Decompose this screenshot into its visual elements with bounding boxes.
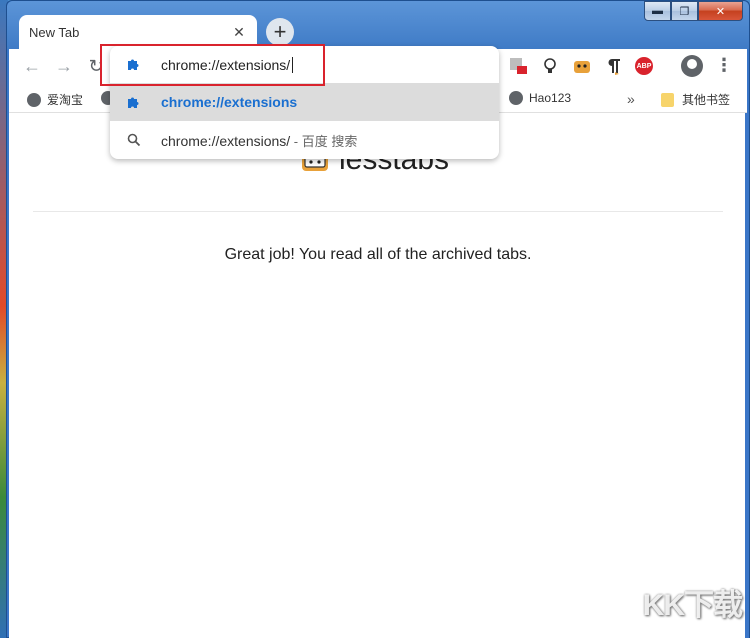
adblock-plus-icon[interactable]: ABP bbox=[635, 57, 653, 75]
status-message: Great job! You read all of the archived … bbox=[224, 246, 532, 263]
globe-icon bbox=[509, 91, 523, 105]
puzzle-icon bbox=[128, 59, 139, 70]
menu-icon[interactable]: ⋮ bbox=[715, 55, 733, 76]
forward-icon[interactable]: → bbox=[53, 56, 75, 77]
close-tab-icon[interactable]: ✕ bbox=[231, 24, 247, 41]
extension-puzzle-badge-icon[interactable] bbox=[507, 55, 529, 77]
extension-icons: ABP bbox=[507, 55, 663, 77]
suggestion-search[interactable]: chrome://extensions/ - 百度 搜索 bbox=[110, 121, 499, 159]
minimize-button[interactable]: ▬ bbox=[644, 1, 671, 21]
profile-avatar-icon[interactable] bbox=[681, 55, 703, 77]
paragraph-icon[interactable] bbox=[603, 55, 625, 77]
back-icon[interactable]: ← bbox=[21, 56, 43, 77]
bookmark-item[interactable]: Hao123 bbox=[509, 91, 571, 105]
other-bookmarks-label: 其他书签 bbox=[682, 93, 731, 107]
address-input[interactable]: chrome://extensions/ bbox=[161, 57, 294, 73]
page-content: lesstabs Great job! You read all of the … bbox=[9, 113, 747, 638]
search-suggestion-label: chrome://extensions/ - 百度 搜索 bbox=[161, 132, 358, 149]
maximize-button[interactable]: ❐ bbox=[671, 1, 698, 21]
close-window-button[interactable]: ✕ bbox=[698, 1, 743, 21]
reload-icon[interactable]: ↻ bbox=[85, 56, 107, 77]
tab-new-tab[interactable]: New Tab ✕ bbox=[19, 15, 257, 49]
omnibox-dropdown: chrome://extensions/ chrome://extensions… bbox=[110, 46, 499, 159]
window-right-border bbox=[745, 113, 749, 638]
search-icon bbox=[127, 133, 141, 147]
bookmarks-overflow-icon[interactable]: » bbox=[627, 91, 635, 107]
folder-icon bbox=[661, 92, 674, 107]
divider bbox=[33, 211, 723, 212]
bookmark-label: Hao123 bbox=[529, 91, 572, 105]
suggestion-selected[interactable]: chrome://extensions bbox=[110, 83, 499, 121]
lightbulb-icon[interactable] bbox=[539, 55, 561, 77]
globe-icon bbox=[27, 92, 41, 107]
puzzle-icon bbox=[128, 97, 139, 108]
watermark: KK下载 bbox=[642, 589, 743, 622]
tab-title: New Tab bbox=[29, 24, 80, 40]
window-controls: ▬ ❐ ✕ bbox=[644, 1, 743, 21]
bookmark-item[interactable]: 爱淘宝 bbox=[27, 91, 83, 108]
new-tab-button[interactable]: + bbox=[266, 18, 294, 46]
suggestion-label: chrome://extensions bbox=[161, 94, 298, 110]
cat-extension-icon[interactable] bbox=[571, 55, 593, 77]
bookmark-label: 爱淘宝 bbox=[47, 93, 84, 107]
address-bar[interactable]: chrome://extensions/ bbox=[110, 46, 499, 82]
other-bookmarks[interactable]: 其他书签 bbox=[661, 91, 730, 108]
